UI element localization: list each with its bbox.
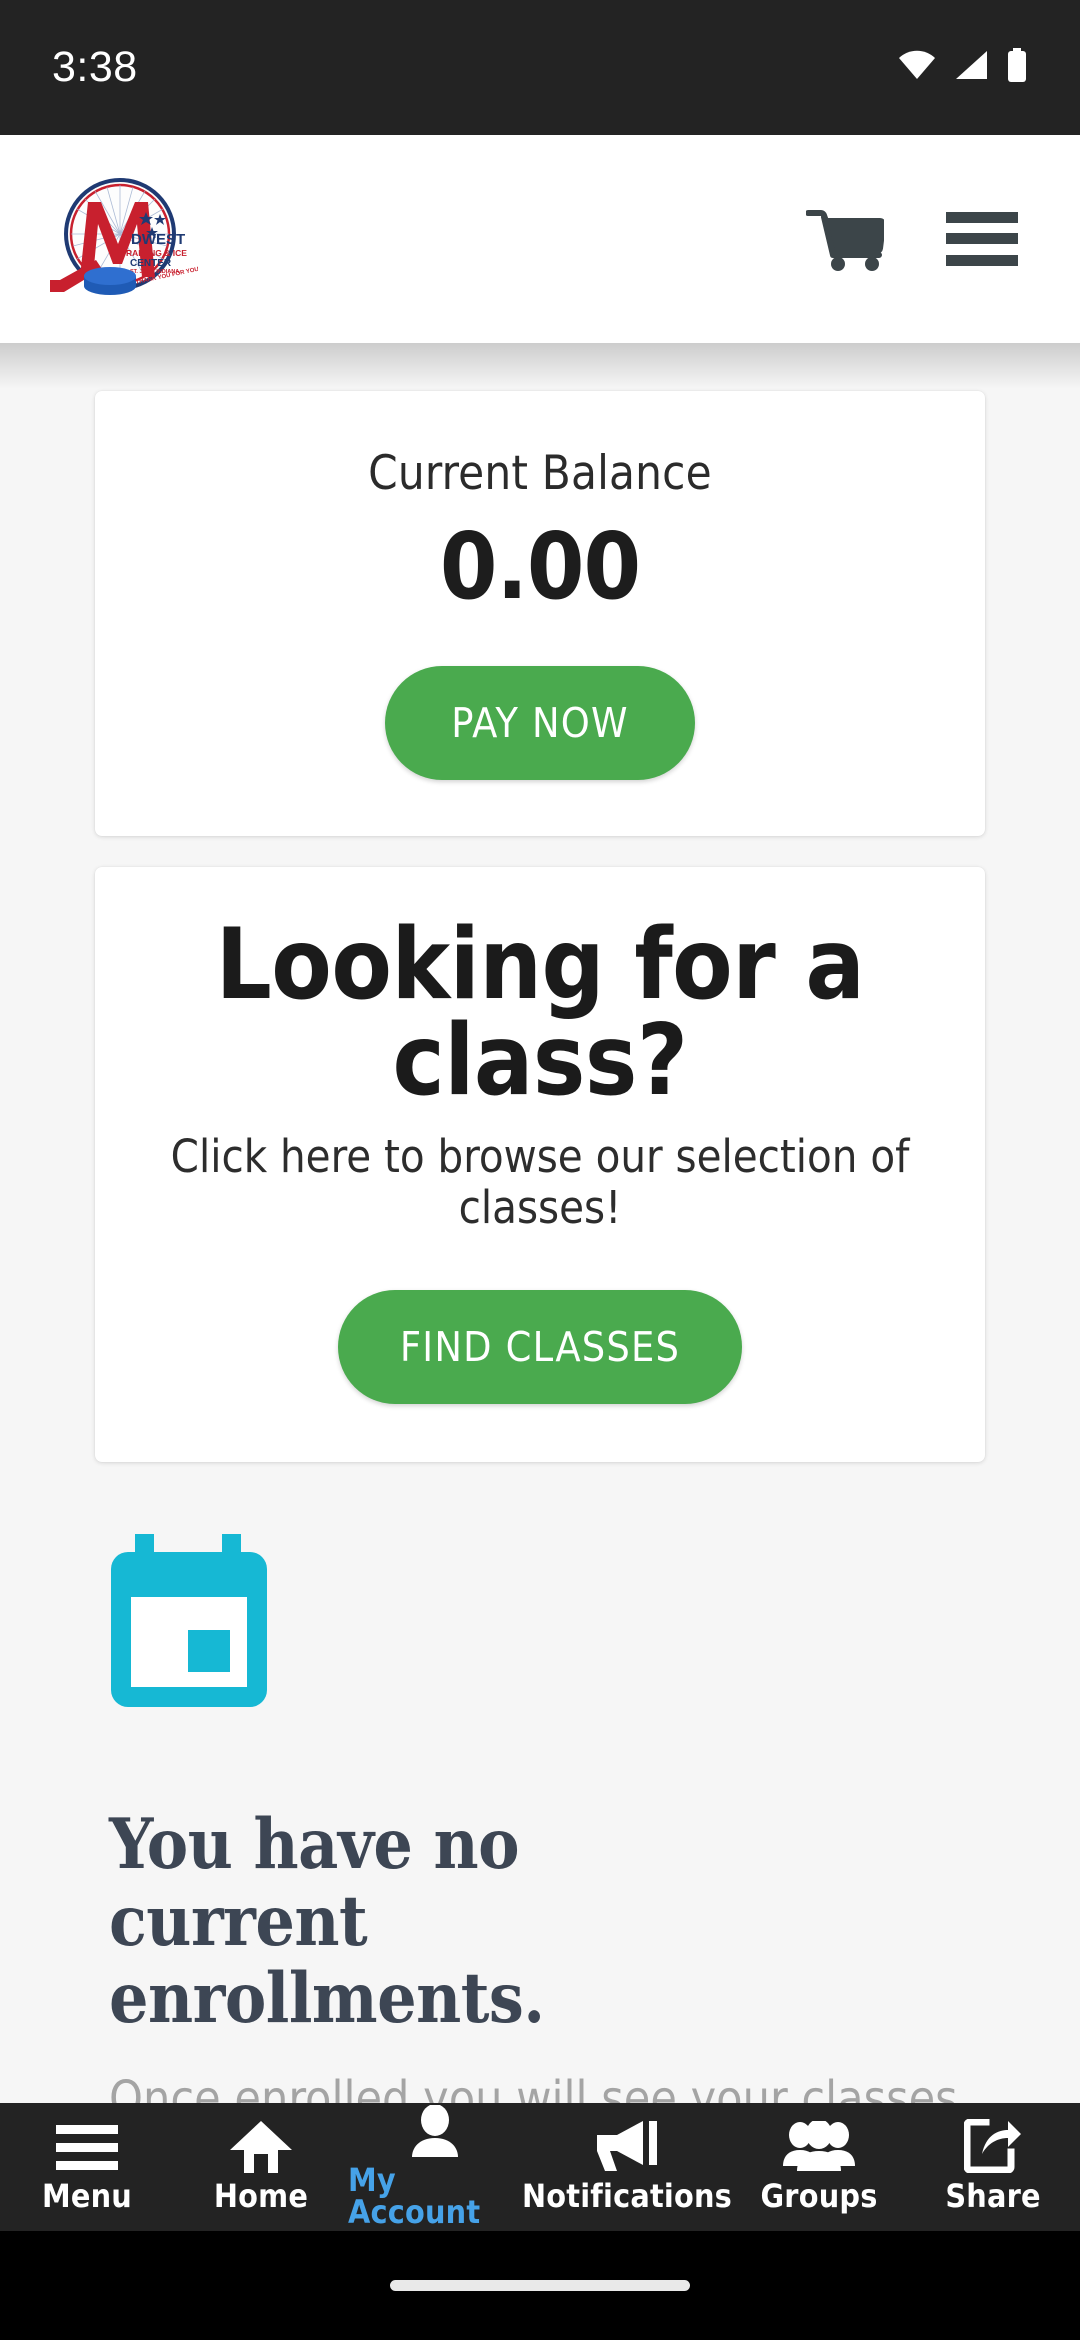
balance-amount: 0.00	[439, 513, 641, 620]
battery-icon	[1006, 48, 1028, 87]
pay-now-button[interactable]: PAY NOW	[385, 666, 695, 780]
gesture-pill[interactable]	[390, 2280, 690, 2291]
find-classes-button[interactable]: FIND CLASSES	[337, 1289, 743, 1404]
bottom-navigation-bar: Menu Home My Account Notifications Group…	[0, 2103, 1080, 2231]
nav-label-menu: Menu	[42, 2176, 132, 2215]
status-bar-clock: 3:38	[52, 43, 138, 91]
main-content: Current Balance 0.00 PAY NOW Looking for…	[0, 343, 1080, 2185]
nav-label-share: Share	[945, 2176, 1041, 2215]
svg-text:CENTER: CENTER	[130, 258, 172, 269]
hamburger-menu-icon	[56, 2123, 118, 2173]
nav-item-notifications[interactable]: Notifications	[522, 2103, 732, 2231]
no-enrollments-title: You have no current enrollments.	[109, 1803, 545, 2040]
nav-item-home[interactable]: Home	[174, 2103, 348, 2231]
find-class-title: Looking for a class?	[215, 908, 865, 1119]
nav-item-share[interactable]: Share	[906, 2103, 1080, 2231]
balance-label: Current Balance	[368, 446, 712, 501]
status-bar-icons	[898, 48, 1028, 87]
nav-item-my-account[interactable]: My Account	[348, 2103, 522, 2231]
balance-card: Current Balance 0.00 PAY NOW	[95, 391, 985, 836]
calendar-icon	[109, 1533, 985, 1714]
app-logo[interactable]: DWEST RAINING & ICE CENTER ST. JOHN INDI…	[38, 172, 234, 307]
enrollments-section: You have no current enrollments. Once en…	[95, 1533, 985, 2187]
wifi-icon	[898, 50, 936, 85]
phone-screen: 3:38 DWEST RAINING & ICE CENTER ST. JOHN…	[0, 0, 1080, 2340]
system-gesture-bar	[0, 2231, 1080, 2340]
cellular-signal-icon	[954, 50, 988, 85]
svg-text:DWEST: DWEST	[131, 231, 185, 248]
people-group-icon	[780, 2120, 858, 2173]
megaphone-icon	[595, 2120, 659, 2173]
shopping-cart-icon[interactable]	[806, 207, 884, 271]
find-class-subtitle: Click here to browse our selection of cl…	[170, 1130, 910, 1235]
user-person-icon	[410, 2104, 460, 2157]
home-icon	[230, 2120, 292, 2173]
status-bar: 3:38	[0, 0, 1080, 135]
nav-label-groups: Groups	[760, 2176, 878, 2215]
nav-label-notifications: Notifications	[522, 2176, 733, 2215]
find-class-card[interactable]: Looking for a class? Click here to brows…	[95, 867, 985, 1462]
nav-label-home: Home	[213, 2176, 309, 2215]
app-header: DWEST RAINING & ICE CENTER ST. JOHN INDI…	[0, 135, 1080, 343]
share-icon	[964, 2118, 1022, 2173]
nav-item-groups[interactable]: Groups	[732, 2103, 906, 2231]
hamburger-menu-icon[interactable]	[946, 210, 1018, 268]
header-actions	[806, 207, 1042, 271]
svg-text:RAINING & ICE: RAINING & ICE	[126, 248, 187, 258]
nav-item-menu[interactable]: Menu	[0, 2103, 174, 2231]
nav-label-my-account: My Account	[348, 2160, 481, 2231]
